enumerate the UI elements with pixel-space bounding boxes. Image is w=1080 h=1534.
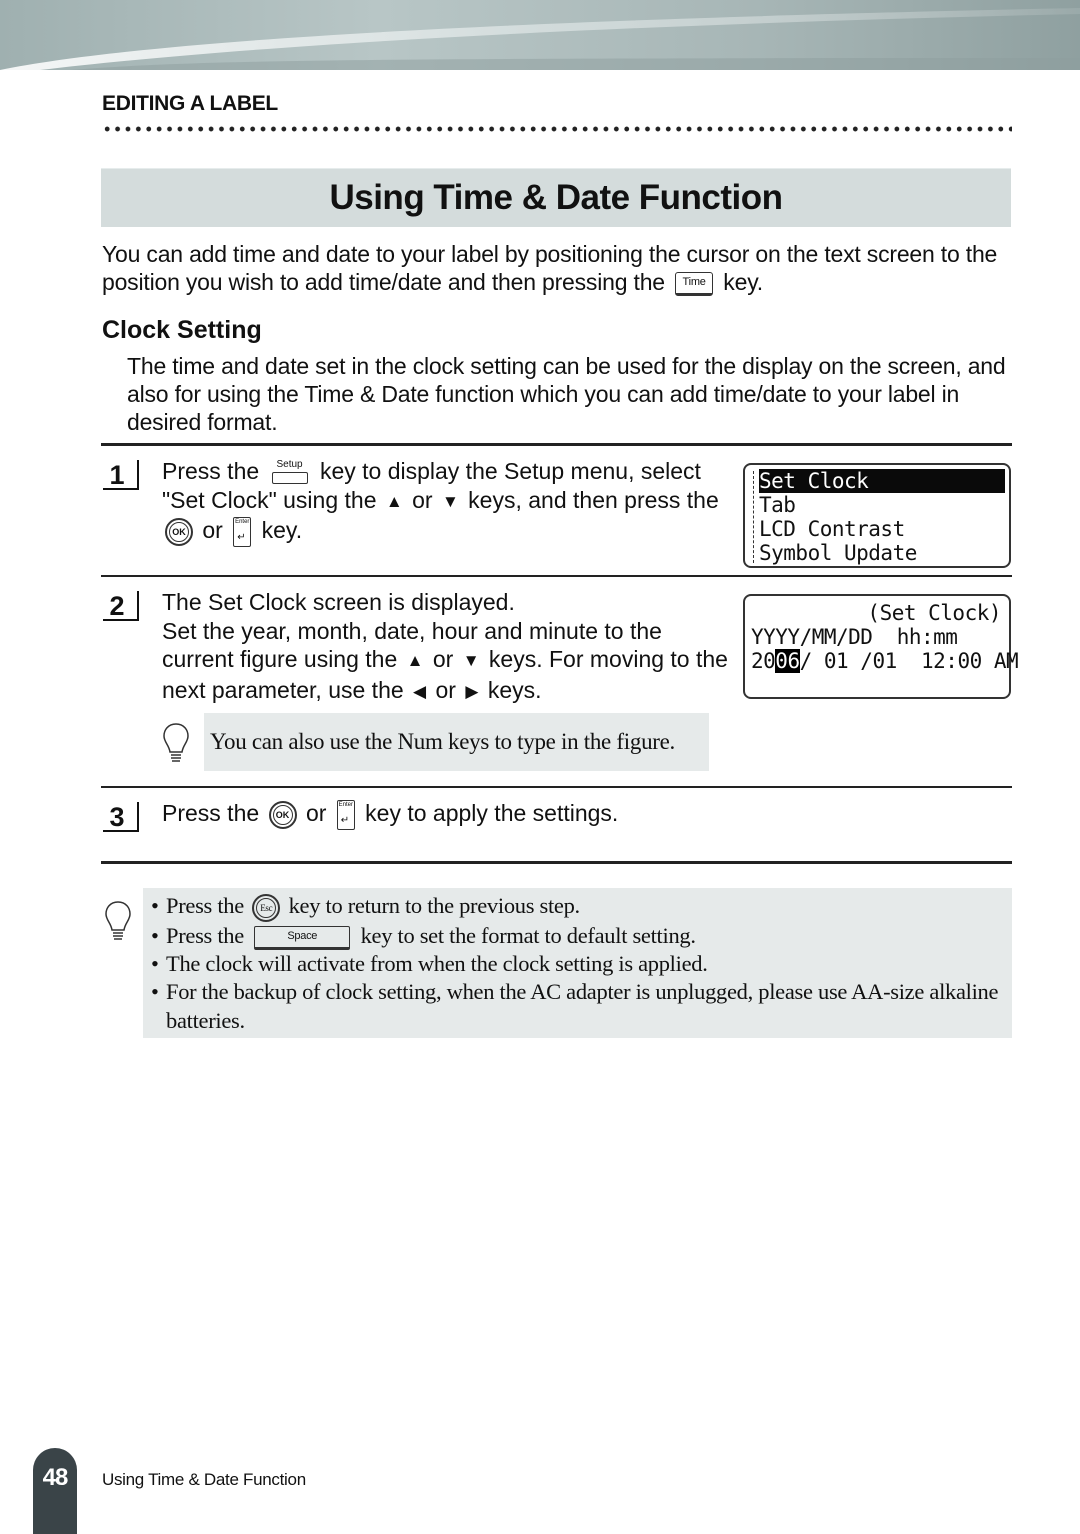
text: keys, and then press the [468,486,719,513]
title-bar: Using Time & Date Function [101,168,1011,227]
enter-key-label: Enter [338,801,353,808]
text: or [432,646,454,672]
lcd-dashed-line [753,471,754,563]
text: Press the [162,458,260,484]
clock-setting-description: The time and date set in the clock setti… [127,353,1006,435]
lcd-clock-value: 2006/ 01 /01 12:00 AM [751,649,1019,673]
step-2-number: 2 [103,591,139,621]
lcd-year-prefix: 20 [751,649,776,673]
intro-text-end: key. [723,269,763,295]
esc-key-label: Esc [256,897,277,918]
divider [101,786,1012,788]
enter-key-label: Enter [235,519,250,526]
note-item: Press the Esc key to return to the previ… [151,892,1012,922]
tip-text: You can also use the Num keys to type in… [210,729,675,754]
enter-key-icon: Enter ↵ [233,517,252,548]
setup-key-label: Setup [276,458,303,470]
right-arrow-icon: ▶ [465,681,479,701]
text: The Set Clock screen is displayed. [162,589,515,615]
lcd-menu-item: LCD Contrast [759,517,905,541]
note-item: For the backup of clock setting, when th… [151,978,1012,1035]
time-key-icon: Time [675,271,714,296]
note-item: The clock will activate from when the cl… [151,950,1012,979]
lightbulb-icon [163,723,189,762]
lcd-menu-item: Symbol Update [759,541,917,565]
text: keys. [487,676,542,703]
text: or [412,486,433,513]
up-arrow-icon: ▲ [385,491,403,511]
text: key to apply the settings. [365,800,619,826]
page-title: Using Time & Date Function [329,178,783,217]
up-arrow-icon: ▲ [406,651,424,670]
footer-title: Using Time & Date Function [102,1470,306,1489]
lcd-menu-item-selected: Set Clock [759,469,1005,493]
text: or [435,676,456,703]
esc-key-icon: Esc [252,893,281,922]
text: Press the [166,922,244,948]
banner-swoosh [0,8,1080,70]
dotted-divider [102,124,1012,134]
text: Press the [162,800,260,826]
lcd-date-time: / 01 /01 12:00 AM [799,649,1019,673]
ok-key-label: OK [169,522,189,543]
step-1-number: 1 [103,460,139,490]
intro-paragraph: You can add time and date to your label … [102,240,1014,296]
section-label: EDITING A LABEL [102,92,278,115]
ok-key-label: OK [272,804,293,825]
clock-setting-heading: Clock Setting [102,316,262,344]
notes-box: Press the Esc key to return to the previ… [143,888,1012,1038]
note-item: Press the Space key to set the format to… [151,922,1012,951]
divider [101,861,1012,864]
lightbulb-icon [105,901,131,940]
enter-key-icon: Enter ↵ [336,799,355,830]
step-3-text: Press the OK or Enter ↵ key to apply the … [162,799,1012,830]
step-2-text: The Set Clock screen is displayed. Set t… [162,588,732,706]
lcd-set-clock-screen: (Set Clock) YYYY/MM/DD hh:mm 2006/ 01 /0… [743,594,1019,699]
header-banner [0,0,1080,70]
down-arrow-icon: ▼ [462,651,480,670]
intro-text: You can add time and date to your label … [102,241,998,295]
text: or [202,517,223,544]
setup-key-icon: Setup [270,458,310,486]
lcd-menu-item: Tab [759,493,796,517]
notes-list: Press the Esc key to return to the previ… [151,892,1012,1035]
text: key. [261,517,303,544]
ok-key-icon: OK [268,800,297,829]
space-key-icon: Space [254,925,351,950]
lcd-clock-format: YYYY/MM/DD hh:mm [751,625,958,649]
left-arrow-icon: ◀ [413,681,427,701]
page-number-tab: 48 [33,1448,77,1534]
divider [101,443,1012,446]
down-arrow-icon: ▼ [441,491,459,511]
tip-box: You can also use the Num keys to type in… [204,713,709,771]
text: key to return to the previous step. [288,893,581,918]
text: key to set the format to default setting… [360,922,696,948]
step-3-number: 3 [103,802,139,832]
lcd-setup-menu: Set Clock Tab LCD Contrast Symbol Update [743,463,1011,568]
divider [101,575,1012,577]
lcd-cursor: 06 [775,649,800,673]
page-number: 48 [42,1464,69,1491]
lcd-clock-title: (Set Clock) [867,601,1001,625]
step-1-text: Press the Setup key to display the Setup… [162,457,732,548]
text: Press the [166,893,244,918]
text: or [305,800,327,826]
ok-key-icon: OK [165,518,193,547]
